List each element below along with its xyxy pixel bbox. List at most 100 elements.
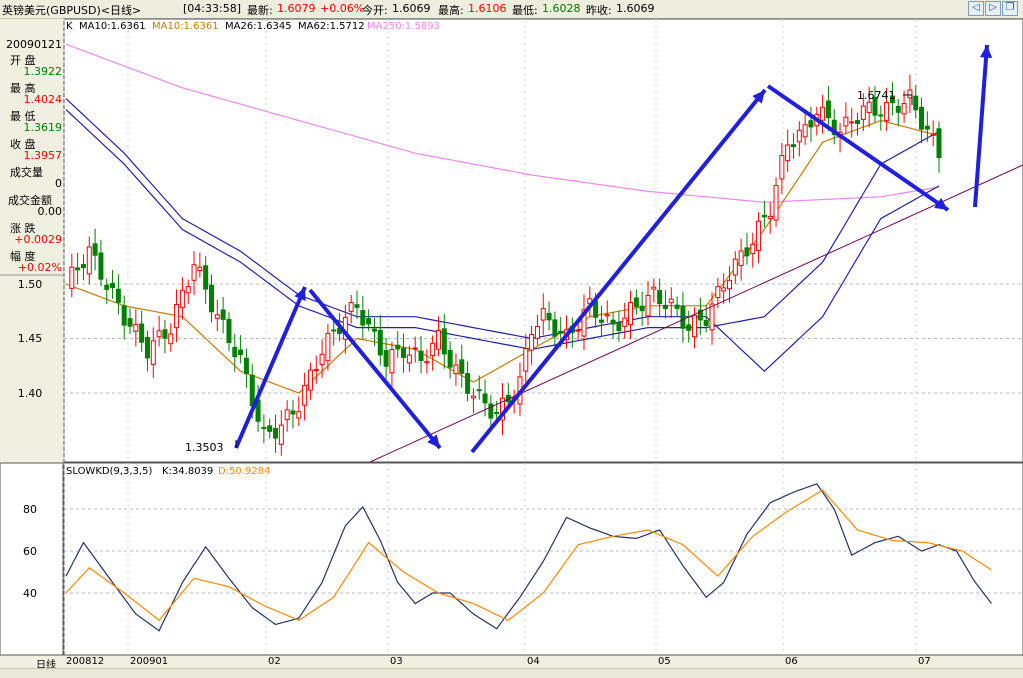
candle-body — [191, 264, 197, 281]
info-pct: +0.02% — [17, 261, 62, 274]
candle-body — [878, 114, 884, 117]
candle-body — [843, 116, 849, 127]
candle-body — [389, 349, 395, 374]
annotation-low: 1.3503 — [185, 441, 224, 454]
candle-body — [453, 364, 459, 375]
kd-d-value: D:50.9284 — [218, 466, 271, 477]
x-tick-label: 07 — [918, 656, 931, 667]
chart-window: 英镑美元(GBPUSD)<日线> [04:33:58] 最新: 1.6079 +… — [0, 0, 1023, 678]
candle-body — [598, 319, 604, 323]
candle-body — [144, 337, 150, 359]
candle-body — [849, 121, 855, 124]
candle-body — [761, 214, 767, 218]
candle-body — [639, 305, 645, 312]
candle-body — [377, 329, 383, 356]
candle-body — [371, 328, 377, 332]
candle-body — [302, 384, 308, 406]
candle-body — [249, 374, 255, 407]
candle-body — [296, 411, 302, 419]
info-amount: 0.00 — [37, 205, 63, 218]
candle-body — [209, 284, 214, 313]
candle-body — [197, 266, 203, 271]
candle-body — [622, 317, 628, 327]
candle-body — [686, 324, 692, 331]
candle-body — [232, 346, 238, 358]
candle-body — [179, 289, 185, 308]
info-panel: 20090121 开 盘 1.3922 最 高 1.4024 最 低 1.361… — [0, 19, 64, 462]
candle-body — [168, 333, 174, 345]
candle-body — [855, 120, 861, 124]
candle-body — [110, 282, 116, 288]
candle-body — [662, 304, 668, 310]
candle-body — [791, 144, 796, 148]
chart-canvas: 1.3503 1.6741 — [0, 18, 1023, 656]
candle-body — [919, 106, 925, 130]
candle-body — [220, 309, 226, 320]
kd-axis-panel — [0, 462, 64, 656]
candle-body — [174, 304, 180, 329]
candle-body — [744, 247, 750, 257]
candle-body — [447, 349, 453, 368]
candle-body — [366, 318, 372, 325]
y-tick-label: 1.40 — [17, 387, 43, 400]
candle-body — [709, 303, 715, 331]
legend-ma62: MA62:1.5712 — [298, 21, 365, 32]
kd-tick-label: 60 — [23, 545, 37, 558]
candle-body — [825, 100, 831, 118]
candle-body — [238, 349, 244, 355]
candle-body — [924, 125, 930, 130]
candle-body — [354, 304, 360, 308]
kd-k-value: K:34.8039 — [162, 466, 214, 477]
candle-body — [575, 329, 581, 332]
x-tick-label: 05 — [658, 656, 671, 667]
candle-body — [348, 302, 354, 312]
candle-body — [494, 412, 500, 415]
candle-body — [756, 220, 762, 251]
candle-body — [482, 393, 488, 404]
candle-body — [895, 105, 901, 113]
candle-body — [226, 318, 232, 343]
candle-body — [476, 389, 482, 392]
candle-body — [610, 319, 616, 325]
candle-body — [273, 427, 279, 439]
candle-body — [86, 246, 92, 275]
candle-body — [92, 243, 98, 256]
candle-body — [523, 348, 529, 372]
candle-body — [645, 295, 651, 317]
kd-tick-label: 80 — [23, 503, 37, 516]
y-tick-label: 1.50 — [17, 278, 43, 291]
candle-body — [325, 332, 331, 362]
candle-body — [139, 323, 145, 343]
candle-body — [331, 329, 337, 332]
x-tick-label: 200901 — [130, 656, 169, 667]
candle-body — [278, 424, 284, 445]
candle-body — [307, 369, 313, 391]
candle-body — [441, 328, 447, 355]
candle-body — [628, 302, 634, 326]
candle-body — [913, 95, 919, 111]
candle-body — [703, 320, 709, 326]
candle-body — [936, 128, 942, 159]
y-tick-label: 1.45 — [17, 332, 43, 345]
candle-body — [767, 215, 773, 220]
candle-body — [529, 333, 535, 351]
candle-body — [820, 106, 826, 121]
candle-body — [616, 322, 622, 332]
x-tick-label: 04 — [527, 656, 540, 667]
candle-body — [267, 425, 273, 432]
candle-body — [866, 101, 872, 114]
kd-indicator-name: SLOWKD(9,3,3,5) — [66, 466, 153, 477]
candle-body — [546, 313, 552, 321]
kd-tick-label: 40 — [23, 587, 37, 600]
candle-body — [121, 305, 127, 326]
candle-body — [633, 297, 639, 308]
candle-body — [907, 89, 913, 99]
candle-body — [552, 319, 558, 337]
candle-body — [203, 265, 209, 290]
candle-body — [930, 133, 936, 136]
candle-body — [860, 105, 866, 121]
info-date: 20090121 — [6, 38, 62, 51]
candle-body — [80, 264, 86, 269]
candle-body — [540, 308, 546, 321]
candle-body — [156, 330, 162, 338]
